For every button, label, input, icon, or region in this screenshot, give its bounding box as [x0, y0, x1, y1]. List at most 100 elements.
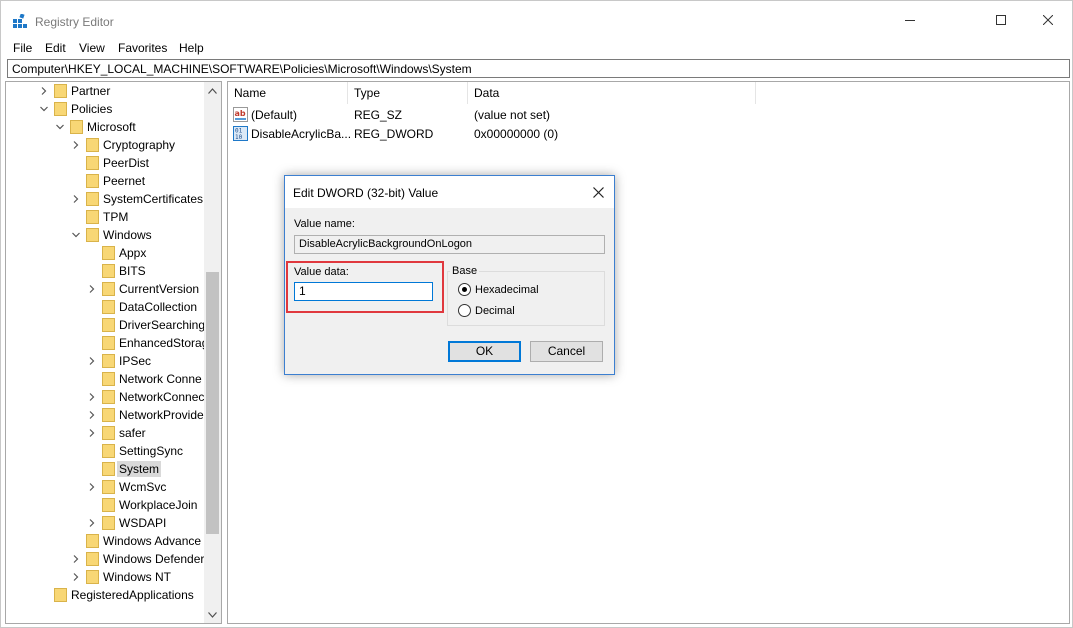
tree-node[interactable]: Windows Advance	[6, 532, 206, 550]
tree-node-label[interactable]: DataCollection	[117, 299, 199, 315]
tree-node[interactable]: PeerDist	[6, 154, 206, 172]
tree-node-label[interactable]: IPSec	[117, 353, 153, 369]
tree-node-label[interactable]: WcmSvc	[117, 479, 168, 495]
tree-node[interactable]: DataCollection	[6, 298, 206, 316]
tree-node-label[interactable]: TPM	[101, 209, 130, 225]
chevron-right-icon[interactable]	[71, 572, 81, 582]
tree-node-label[interactable]: Windows Defender	[101, 551, 206, 567]
tree-node[interactable]: Cryptography	[6, 136, 206, 154]
column-header-data[interactable]: Data	[474, 86, 499, 100]
tree-node-label[interactable]: Windows Advance	[101, 533, 203, 549]
chevron-down-icon[interactable]	[55, 122, 65, 132]
tree-node[interactable]: NetworkConnec	[6, 388, 206, 406]
tree-node[interactable]: Partner	[6, 82, 206, 100]
chevron-down-icon[interactable]	[71, 230, 81, 240]
tree-node-label[interactable]: Policies	[69, 101, 114, 117]
chevron-right-icon[interactable]	[87, 284, 97, 294]
menu-view[interactable]: View	[79, 41, 105, 55]
tree-node-label[interactable]: Partner	[69, 83, 112, 99]
tree-node[interactable]: Appx	[6, 244, 206, 262]
tree-node-label[interactable]: Windows NT	[101, 569, 173, 585]
key-tree-pane[interactable]: Partner Policies Microsoft Cryptography Peer…	[5, 81, 222, 624]
tree-node[interactable]: Windows Defender	[6, 550, 206, 568]
column-divider[interactable]	[755, 82, 756, 104]
tree-node[interactable]: SettingSync	[6, 442, 206, 460]
tree-node[interactable]: NetworkProvide	[6, 406, 206, 424]
address-bar[interactable]: Computer\HKEY_LOCAL_MACHINE\SOFTWARE\Pol…	[7, 59, 1070, 78]
tree-node-label[interactable]: Microsoft	[85, 119, 138, 135]
tree-node[interactable]: DriverSearching	[6, 316, 206, 334]
tree-node-label[interactable]: Windows	[101, 227, 154, 243]
tree-node[interactable]: EnhancedStorag	[6, 334, 208, 352]
column-header-type[interactable]: Type	[354, 86, 380, 100]
tree-node-label[interactable]: Cryptography	[101, 137, 177, 153]
chevron-right-icon[interactable]	[87, 428, 97, 438]
maximize-button[interactable]	[978, 1, 1024, 39]
tree-node[interactable]: RegisteredApplications	[6, 586, 206, 604]
tree-node-label[interactable]: SettingSync	[117, 443, 185, 459]
tree-node[interactable]: System	[6, 460, 206, 478]
tree-node-label[interactable]: safer	[117, 425, 148, 441]
decimal-label[interactable]: Decimal	[475, 305, 515, 317]
chevron-right-icon[interactable]	[87, 518, 97, 528]
dialog-close-button[interactable]	[588, 182, 608, 202]
tree-node-label[interactable]: WorkplaceJoin	[117, 497, 199, 513]
tree-node-label[interactable]: System	[117, 461, 162, 477]
chevron-right-icon[interactable]	[87, 356, 97, 366]
chevron-down-icon[interactable]	[39, 104, 49, 114]
chevron-right-icon[interactable]	[87, 482, 97, 492]
tree-node-label[interactable]: DriverSearching	[117, 317, 207, 333]
menu-edit[interactable]: Edit	[45, 41, 66, 55]
tree-node[interactable]: WorkplaceJoin	[6, 496, 206, 514]
tree-node[interactable]: CurrentVersion	[6, 280, 206, 298]
tree-node[interactable]: safer	[6, 424, 206, 442]
tree-node[interactable]: IPSec	[6, 352, 206, 370]
ok-button[interactable]: OK	[448, 341, 521, 362]
tree-node-label[interactable]: Network Conne	[117, 371, 204, 387]
tree-node[interactable]: TPM	[6, 208, 206, 226]
tree-node[interactable]: Microsoft	[6, 118, 206, 136]
tree-node-label[interactable]: CurrentVersion	[117, 281, 201, 297]
chevron-right-icon[interactable]	[87, 392, 97, 402]
tree-node-label[interactable]: EnhancedStorag	[117, 335, 210, 351]
close-window-button[interactable]	[1025, 1, 1071, 39]
value-data-input[interactable]: 1	[294, 282, 433, 301]
tree-node[interactable]: SystemCertificates	[6, 190, 206, 208]
column-divider[interactable]	[467, 82, 468, 104]
minimize-button[interactable]	[887, 1, 933, 39]
tree-node-label[interactable]: PeerDist	[101, 155, 151, 171]
chevron-right-icon[interactable]	[87, 410, 97, 420]
menu-favorites[interactable]: Favorites	[118, 41, 167, 55]
tree-node[interactable]: Windows NT	[6, 568, 206, 586]
tree-node-label[interactable]: Peernet	[101, 173, 147, 189]
tree-node-label[interactable]: RegisteredApplications	[69, 587, 196, 603]
chevron-right-icon[interactable]	[71, 194, 81, 204]
column-divider[interactable]	[347, 82, 348, 104]
tree-node-label[interactable]: Appx	[117, 245, 148, 261]
tree-node[interactable]: WSDAPI	[6, 514, 206, 532]
menu-help[interactable]: Help	[179, 41, 204, 55]
tree-node-label[interactable]: NetworkConnec	[117, 389, 206, 405]
cancel-button[interactable]: Cancel	[530, 341, 603, 362]
chevron-right-icon[interactable]	[39, 86, 49, 96]
chevron-right-icon[interactable]	[71, 140, 81, 150]
scroll-thumb[interactable]	[206, 272, 219, 534]
tree-node[interactable]: Windows	[6, 226, 206, 244]
menu-file[interactable]: File	[13, 41, 32, 55]
chevron-right-icon[interactable]	[71, 554, 81, 564]
tree-node-label[interactable]: SystemCertificates	[101, 191, 205, 207]
list-row[interactable]: 01 10 DisableAcrylicBa... REG_DWORD 0x00…	[228, 125, 828, 143]
decimal-radio[interactable]	[458, 304, 471, 317]
scroll-down-button[interactable]	[204, 606, 221, 623]
scroll-up-button[interactable]	[204, 82, 221, 99]
hexadecimal-radio[interactable]	[458, 283, 471, 296]
tree-node[interactable]: Policies	[6, 100, 206, 118]
tree-node-label[interactable]: NetworkProvide	[117, 407, 206, 423]
tree-node[interactable]: WcmSvc	[6, 478, 206, 496]
tree-node-label[interactable]: WSDAPI	[117, 515, 168, 531]
hexadecimal-label[interactable]: Hexadecimal	[475, 284, 539, 296]
tree-node-label[interactable]: BITS	[117, 263, 148, 279]
tree-scrollbar[interactable]	[204, 82, 221, 623]
list-row[interactable]: ab (Default) REG_SZ (value not set)	[228, 106, 828, 124]
column-header-name[interactable]: Name	[234, 86, 266, 100]
